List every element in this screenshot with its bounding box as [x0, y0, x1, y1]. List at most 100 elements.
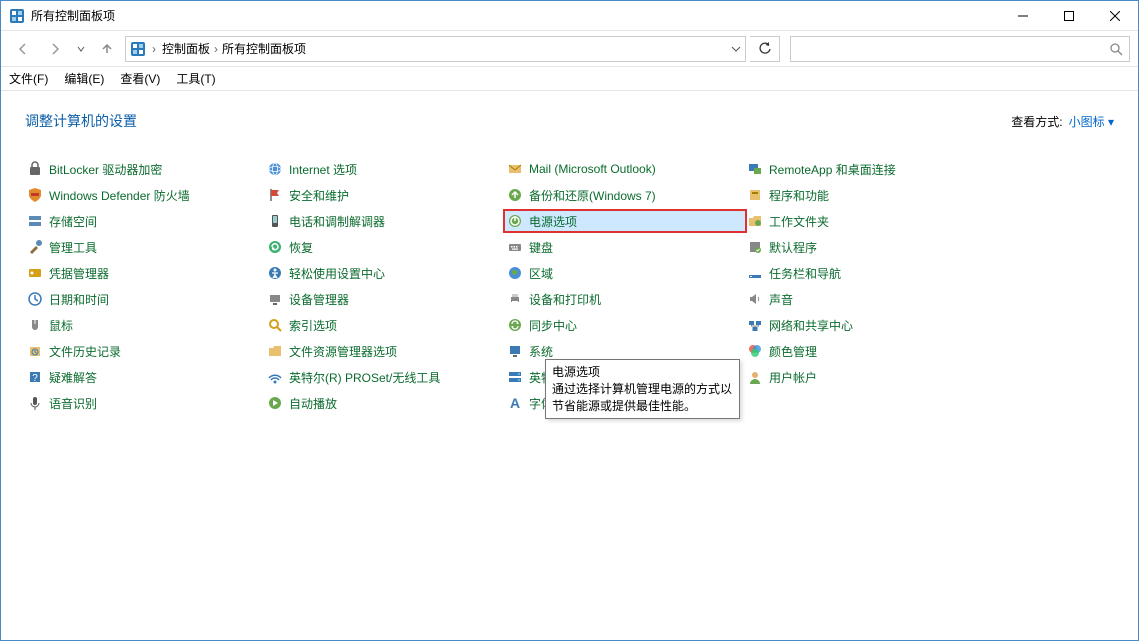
maximize-button[interactable] — [1046, 1, 1092, 31]
folder-opts-icon — [267, 343, 283, 359]
cp-item-label: Mail (Microsoft Outlook) — [529, 162, 656, 176]
cp-item[interactable]: 工作文件夹 — [745, 211, 985, 231]
cp-item-label: 默认程序 — [769, 239, 817, 256]
cp-item[interactable]: 电源选项 — [505, 211, 745, 231]
cp-item[interactable]: 安全和维护 — [265, 185, 505, 205]
cp-item[interactable]: 索引选项 — [265, 315, 505, 335]
cp-item[interactable]: 管理工具 — [25, 237, 265, 257]
cp-item[interactable]: Internet 选项 — [265, 159, 505, 179]
history-dropdown[interactable] — [73, 45, 89, 53]
cp-item-label: 语音识别 — [49, 395, 97, 412]
cp-item[interactable]: 日期和时间 — [25, 289, 265, 309]
cp-item[interactable]: RemoteApp 和桌面连接 — [745, 159, 985, 179]
cp-item[interactable]: 恢复 — [265, 237, 505, 257]
workfolder-icon — [747, 213, 763, 229]
menu-file[interactable]: 文件(F) — [9, 70, 48, 87]
user-icon — [747, 369, 763, 385]
speech-icon — [27, 395, 43, 411]
sound-icon — [747, 291, 763, 307]
cp-item[interactable]: 文件资源管理器选项 — [265, 341, 505, 361]
cp-item-label: 索引选项 — [289, 317, 337, 334]
cp-item[interactable]: ?疑难解答 — [25, 367, 265, 387]
cp-item[interactable]: 同步中心 — [505, 315, 745, 335]
close-button[interactable] — [1092, 1, 1138, 31]
chevron-right-icon: › — [214, 42, 218, 56]
control-panel-icon — [9, 8, 25, 24]
cp-item-label: BitLocker 驱动器加密 — [49, 161, 162, 178]
cp-item[interactable]: 语音识别 — [25, 393, 265, 413]
filehistory-icon — [27, 343, 43, 359]
cp-item[interactable]: 电话和调制解调器 — [265, 211, 505, 231]
cp-item[interactable]: 颜色管理 — [745, 341, 985, 361]
cp-item[interactable]: 网络和共享中心 — [745, 315, 985, 335]
view-label: 查看方式: — [1011, 113, 1062, 130]
cp-item[interactable]: 程序和功能 — [745, 185, 985, 205]
page-title: 调整计算机的设置 — [25, 111, 137, 131]
menu-view[interactable]: 查看(V) — [120, 70, 160, 87]
remote-icon — [747, 161, 763, 177]
cp-item[interactable]: 设备和打印机 — [505, 289, 745, 309]
programs-icon — [747, 187, 763, 203]
cp-item[interactable]: 用户帐户 — [745, 367, 985, 387]
window-controls — [1000, 1, 1138, 31]
cp-item[interactable]: 键盘 — [505, 237, 745, 257]
tooltip-body: 通过选择计算机管理电源的方式以节省能源或提供最佳性能。 — [552, 381, 733, 415]
cp-item[interactable]: 默认程序 — [745, 237, 985, 257]
menu-bar: 文件(F) 编辑(E) 查看(V) 工具(T) — [1, 67, 1138, 91]
cp-item[interactable]: 文件历史记录 — [25, 341, 265, 361]
shield-firewall-icon — [27, 187, 43, 203]
refresh-button[interactable] — [750, 36, 780, 62]
bitlocker-icon — [27, 161, 43, 177]
cp-item[interactable]: 系统 — [505, 341, 745, 361]
color-icon — [747, 343, 763, 359]
cp-item-label: 系统 — [529, 343, 553, 360]
raid-icon — [507, 369, 523, 385]
cp-item-label: 设备管理器 — [289, 291, 349, 308]
cp-item-label: 凭据管理器 — [49, 265, 109, 282]
content-header: 调整计算机的设置 查看方式: 小图标 ▾ — [25, 111, 1114, 131]
system-icon — [507, 343, 523, 359]
content-area: 调整计算机的设置 查看方式: 小图标 ▾ BitLocker 驱动器加密 Inte… — [1, 91, 1138, 433]
cp-item-label: 文件资源管理器选项 — [289, 343, 397, 360]
cp-item-label: 颜色管理 — [769, 343, 817, 360]
cp-item[interactable]: 备份和还原(Windows 7) — [505, 185, 745, 205]
search-idx-icon — [267, 317, 283, 333]
forward-button[interactable] — [41, 35, 69, 63]
cp-item-label: 电源选项 — [529, 213, 577, 230]
cp-item-label: 英特尔(R) PROSet/无线工具 — [289, 369, 440, 386]
tooltip-title: 电源选项 — [552, 364, 733, 381]
breadcrumb-root[interactable]: 控制面板 — [162, 40, 210, 57]
address-dropdown-icon[interactable] — [731, 44, 741, 54]
cp-item[interactable]: 轻松使用设置中心 — [265, 263, 505, 283]
view-mode-dropdown[interactable]: 小图标 ▾ — [1069, 113, 1114, 130]
title-bar: 所有控制面板项 — [1, 1, 1138, 31]
breadcrumb-current[interactable]: 所有控制面板项 — [222, 40, 306, 57]
cp-item[interactable]: Windows Defender 防火墙 — [25, 185, 265, 205]
power-icon — [507, 213, 523, 229]
cp-item[interactable]: Mail (Microsoft Outlook) — [505, 159, 745, 179]
cp-item[interactable]: 设备管理器 — [265, 289, 505, 309]
back-button[interactable] — [9, 35, 37, 63]
window-title: 所有控制面板项 — [31, 7, 1000, 24]
search-input[interactable] — [790, 36, 1130, 62]
cp-item[interactable]: BitLocker 驱动器加密 — [25, 159, 265, 179]
storage-icon — [27, 213, 43, 229]
cp-item[interactable]: 凭据管理器 — [25, 263, 265, 283]
cp-item-label: 备份和还原(Windows 7) — [529, 187, 656, 204]
cp-item[interactable]: 鼠标 — [25, 315, 265, 335]
up-button[interactable] — [93, 35, 121, 63]
minimize-button[interactable] — [1000, 1, 1046, 31]
network-icon — [747, 317, 763, 333]
cp-item[interactable]: 存储空间 — [25, 211, 265, 231]
tooltip: 电源选项 通过选择计算机管理电源的方式以节省能源或提供最佳性能。 — [545, 359, 740, 419]
address-bar[interactable]: › 控制面板 › 所有控制面板项 — [125, 36, 746, 62]
cp-item[interactable]: 区域 — [505, 263, 745, 283]
cp-item[interactable]: 任务栏和导航 — [745, 263, 985, 283]
menu-tools[interactable]: 工具(T) — [176, 70, 215, 87]
taskbar-icon — [747, 265, 763, 281]
cp-item-label: 工作文件夹 — [769, 213, 829, 230]
cp-item[interactable]: 英特尔(R) PROSet/无线工具 — [265, 367, 505, 387]
menu-edit[interactable]: 编辑(E) — [64, 70, 104, 87]
cp-item[interactable]: 自动播放 — [265, 393, 505, 413]
cp-item[interactable]: 声音 — [745, 289, 985, 309]
